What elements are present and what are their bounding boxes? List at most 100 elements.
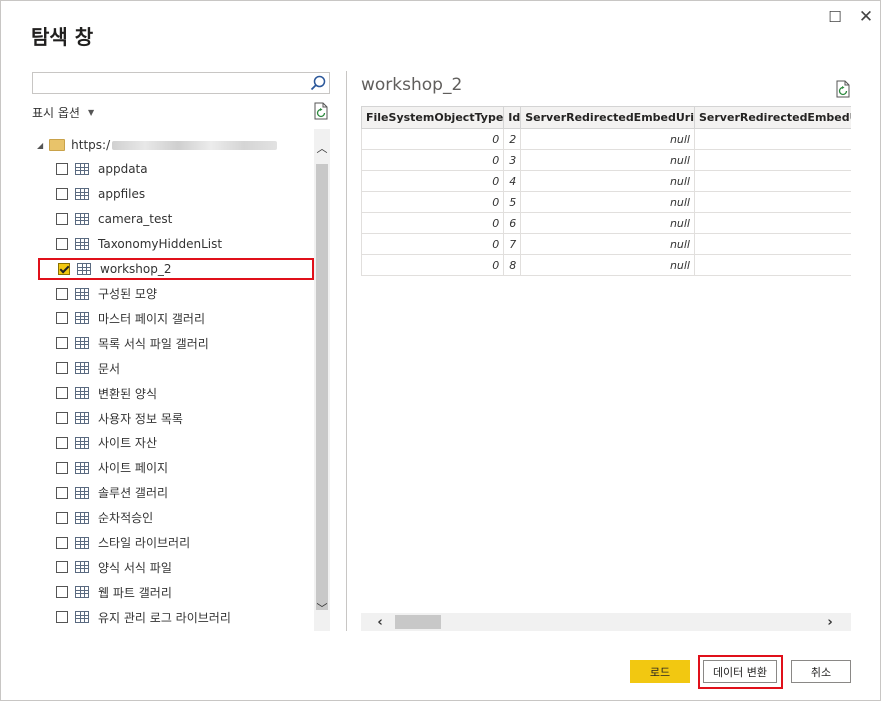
column-header[interactable]: ServerRedirectedEmbedUri xyxy=(520,106,695,129)
tree-item[interactable]: appdata xyxy=(56,158,312,180)
item-checkbox[interactable] xyxy=(56,611,68,624)
table-icon xyxy=(75,337,89,350)
item-checkbox[interactable] xyxy=(56,511,68,524)
preview-title: workshop_2 xyxy=(361,75,463,95)
table-cell: null xyxy=(520,212,695,234)
tree-item[interactable]: 유지 관리 로그 라이브러리 xyxy=(56,606,312,628)
tree-item-label: 솔루션 갤러리 xyxy=(98,486,169,501)
tree-item-label: 문서 xyxy=(98,361,121,376)
item-checkbox[interactable] xyxy=(56,461,68,474)
dialog-title: 탐색 창 xyxy=(31,25,94,49)
refresh-preview-icon[interactable] xyxy=(834,80,852,98)
cancel-button[interactable]: 취소 xyxy=(791,660,851,683)
column-header[interactable]: FileSystemObjectType xyxy=(361,106,505,129)
item-checkbox[interactable] xyxy=(56,362,68,375)
tree-item[interactable]: 스타일 라이브러리 xyxy=(56,532,312,554)
item-checkbox[interactable] xyxy=(56,187,68,200)
maximize-icon[interactable]: ☐ xyxy=(825,7,845,27)
table-icon xyxy=(75,611,89,624)
scrollbar-thumb[interactable] xyxy=(316,164,328,610)
table-row: 0 8 null xyxy=(361,254,851,276)
tree-item-label: TaxonomyHiddenList xyxy=(98,236,223,251)
item-checkbox[interactable] xyxy=(56,237,68,250)
table-row: 0 7 null xyxy=(361,233,851,255)
tree-item-label: appfiles xyxy=(98,186,146,201)
tree-item[interactable]: 변환된 양식 xyxy=(56,382,312,404)
tree-item[interactable]: appfiles xyxy=(56,183,312,205)
item-checkbox[interactable] xyxy=(58,262,70,275)
item-checkbox[interactable] xyxy=(56,436,68,449)
table-cell xyxy=(694,233,851,255)
column-header[interactable]: Id xyxy=(503,106,522,129)
table-icon xyxy=(75,287,89,300)
item-checkbox[interactable] xyxy=(56,337,68,350)
scroll-right-icon[interactable]: › xyxy=(821,613,839,631)
table-icon xyxy=(75,212,89,225)
tree-item-label: 순차적승인 xyxy=(98,511,154,526)
scroll-up-icon[interactable]: ︿ xyxy=(314,139,330,157)
tree-item[interactable]: 양식 서식 파일 xyxy=(56,556,312,578)
item-checkbox[interactable] xyxy=(56,212,68,225)
column-header[interactable]: ServerRedirectedEmbedU xyxy=(694,106,851,129)
tree-item[interactable]: 솔루션 갤러리 xyxy=(56,482,312,504)
tree-item[interactable]: 사용자 정보 목록 xyxy=(56,407,312,429)
table-cell: 6 xyxy=(503,212,522,234)
table-cell: 5 xyxy=(503,191,522,213)
tree-item[interactable]: 사이트 페이지 xyxy=(56,457,312,479)
tree-item[interactable]: 목록 서식 파일 갤러리 xyxy=(56,332,312,354)
preview-table: FileSystemObjectType Id ServerRedirectedEm… xyxy=(361,106,851,276)
tree-item-label: 목록 서식 파일 갤러리 xyxy=(98,336,209,351)
table-cell: 7 xyxy=(503,233,522,255)
item-checkbox[interactable] xyxy=(56,163,68,175)
tree-item[interactable]: 웹 파트 갤러리 xyxy=(56,581,312,603)
load-button[interactable]: 로드 xyxy=(630,660,690,683)
table-row: 0 5 null xyxy=(361,191,851,213)
tree-item-label: 웹 파트 갤러리 xyxy=(98,585,172,600)
collapse-triangle-icon[interactable]: ◢ xyxy=(37,141,43,150)
folder-icon xyxy=(49,139,66,151)
table-cell: 0 xyxy=(361,191,505,213)
transform-data-button[interactable]: 데이터 변환 xyxy=(703,660,777,683)
table-icon xyxy=(75,486,89,499)
table-cell: null xyxy=(520,149,695,171)
table-cell: 0 xyxy=(361,233,505,255)
item-checkbox[interactable] xyxy=(56,312,68,325)
table-cell: null xyxy=(520,170,695,192)
root-url: https:/ xyxy=(71,138,111,152)
tree-item[interactable]: 구성된 모양 xyxy=(56,283,312,305)
table-cell: 0 xyxy=(361,212,505,234)
tree-root[interactable]: ◢ https:/ xyxy=(32,134,278,156)
item-checkbox[interactable] xyxy=(56,586,68,599)
tree-item-label: 사용자 정보 목록 xyxy=(98,411,183,426)
refresh-icon[interactable] xyxy=(312,102,330,120)
tree-vertical-scrollbar[interactable]: ︿ ﹀ xyxy=(314,129,330,631)
hscroll-thumb[interactable] xyxy=(395,615,441,629)
scroll-left-icon[interactable]: ‹ xyxy=(371,613,389,631)
item-checkbox[interactable] xyxy=(56,387,68,400)
tree-item[interactable]: workshop_2 xyxy=(38,257,314,280)
tree-item-label: 구성된 모양 xyxy=(98,287,158,301)
scroll-down-icon[interactable]: ﹀ xyxy=(314,599,330,617)
search-input[interactable] xyxy=(32,72,330,94)
item-checkbox[interactable] xyxy=(56,412,68,424)
table-icon xyxy=(75,561,89,574)
table-row: 0 4 null xyxy=(361,170,851,192)
tree-item-label: 마스터 페이지 갤러리 xyxy=(98,311,205,326)
item-checkbox[interactable] xyxy=(56,536,68,549)
tree-item[interactable]: 문서 xyxy=(56,357,312,379)
close-icon[interactable]: ✕ xyxy=(856,7,876,27)
display-options-dropdown[interactable]: 표시 옵션 ▼ xyxy=(32,104,94,121)
tree-item[interactable]: TaxonomyHiddenList xyxy=(56,233,312,255)
grid-horizontal-scrollbar[interactable]: ‹ › xyxy=(361,613,851,631)
tree-item[interactable]: 순차적승인 xyxy=(56,507,312,529)
search-icon[interactable] xyxy=(309,74,327,92)
tree-item[interactable]: camera_test xyxy=(56,208,312,230)
table-cell: 4 xyxy=(503,170,522,192)
tree-item[interactable]: 마스터 페이지 갤러리 xyxy=(56,307,312,329)
item-checkbox[interactable] xyxy=(56,287,68,300)
item-checkbox[interactable] xyxy=(56,486,68,499)
tree-item[interactable]: 사이트 자산 xyxy=(56,432,312,454)
item-checkbox[interactable] xyxy=(56,561,68,574)
table-icon xyxy=(75,461,89,474)
table-cell xyxy=(694,170,851,192)
